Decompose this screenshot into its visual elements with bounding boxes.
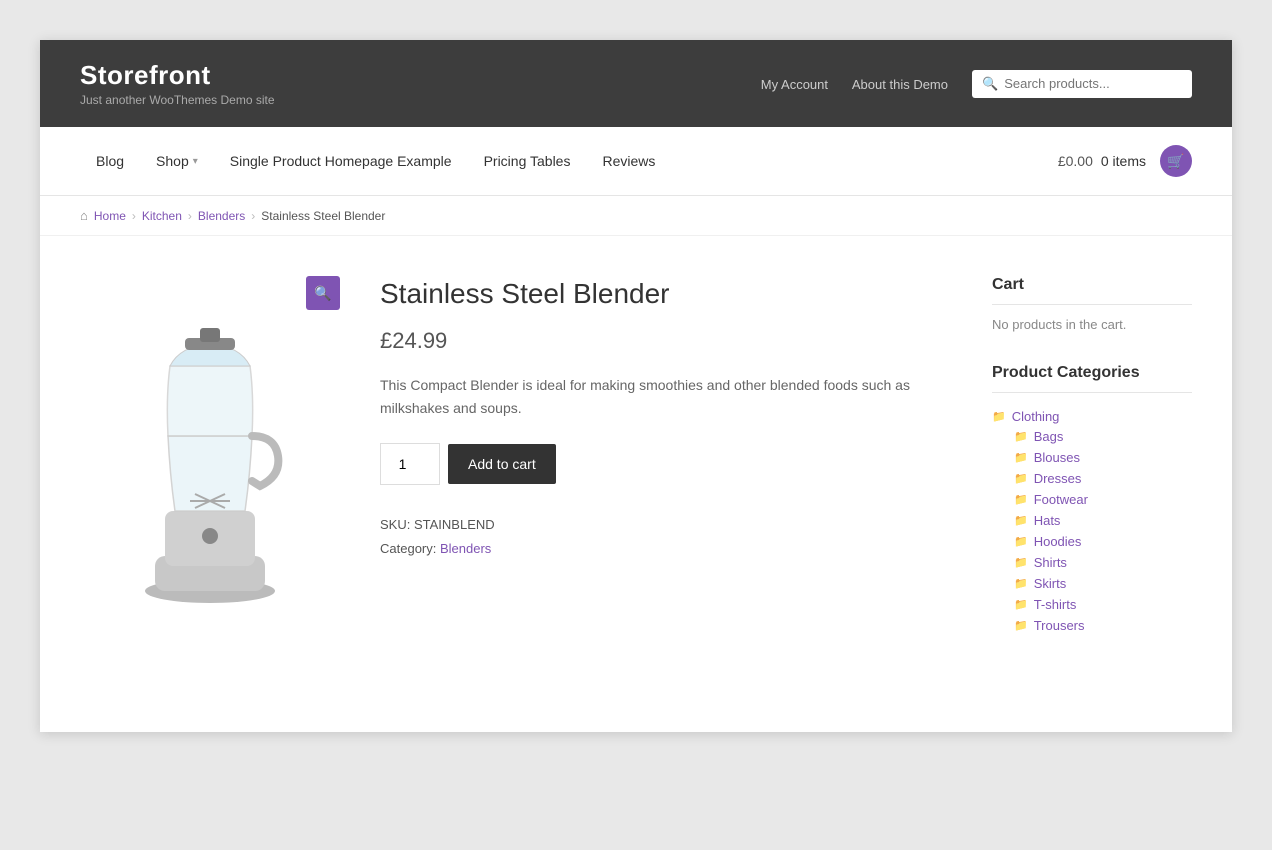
search-icon: 🔍: [982, 76, 998, 92]
folder-icon: 📁: [1014, 451, 1028, 464]
cart-icon: 🛒: [1160, 145, 1192, 177]
main-content: 🔍: [40, 236, 1232, 732]
product-description: This Compact Blender is ideal for making…: [380, 374, 952, 419]
folder-icon: 📁: [1014, 598, 1028, 611]
list-item: 📁Blouses: [1014, 447, 1192, 468]
list-item: 📁Hoodies: [1014, 531, 1192, 552]
product-details: Stainless Steel Blender £24.99 This Comp…: [380, 276, 952, 672]
folder-icon: 📁: [1014, 556, 1028, 569]
nav-item-pricing: Pricing Tables: [468, 135, 587, 187]
folder-icon: 📁: [1014, 472, 1028, 485]
breadcrumb-wrap: ⌂ Home › Kitchen › Blenders › Stainless …: [40, 196, 1232, 236]
list-item: 📁Bags: [1014, 426, 1192, 447]
product-meta: SKU: STAINBLEND Category: Blenders: [380, 513, 952, 560]
sidebar: Cart No products in the cart. Product Ca…: [992, 276, 1192, 672]
list-item: 📁Hats: [1014, 510, 1192, 531]
list-item: 📁Shirts: [1014, 552, 1192, 573]
breadcrumb-home[interactable]: Home: [94, 209, 126, 223]
search-input[interactable]: [1004, 76, 1182, 91]
nav-item-shop: Shop ▾: [140, 135, 214, 187]
sidebar-cart-section: Cart No products in the cart.: [992, 276, 1192, 332]
breadcrumb-current: Stainless Steel Blender: [261, 209, 385, 223]
nav-link-single-product[interactable]: Single Product Homepage Example: [214, 135, 468, 187]
folder-icon: 📁: [1014, 514, 1028, 527]
category-item-clothing: 📁 Clothing 📁Bags 📁Blouses 📁Dresses 📁Foot…: [992, 405, 1192, 640]
cart-amount: £0.00: [1058, 153, 1093, 169]
quantity-input[interactable]: 1: [380, 443, 440, 485]
subcategory-link-tshirts[interactable]: 📁T-shirts: [1014, 597, 1192, 612]
product-title: Stainless Steel Blender: [380, 276, 952, 312]
search-form: 🔍: [972, 70, 1192, 98]
breadcrumb-sep-1: ›: [132, 209, 136, 223]
about-demo-link[interactable]: About this Demo: [852, 77, 948, 92]
folder-icon: 📁: [1014, 577, 1028, 590]
site-header: Storefront Just another WooThemes Demo s…: [40, 40, 1232, 127]
breadcrumb-blenders[interactable]: Blenders: [198, 209, 245, 223]
subcategory-link-footwear[interactable]: 📁Footwear: [1014, 492, 1192, 507]
list-item: 📁T-shirts: [1014, 594, 1192, 615]
nav-link-pricing[interactable]: Pricing Tables: [468, 135, 587, 187]
category-list: 📁 Clothing 📁Bags 📁Blouses 📁Dresses 📁Foot…: [992, 405, 1192, 640]
home-icon: ⌂: [80, 208, 88, 223]
folder-icon: 📁: [992, 410, 1006, 423]
add-to-cart-button[interactable]: Add to cart: [448, 444, 556, 484]
main-menu: Blog Shop ▾ Single Product Homepage Exam…: [80, 135, 671, 187]
site-description: Just another WooThemes Demo site: [80, 93, 275, 107]
folder-icon: 📁: [1014, 535, 1028, 548]
nav-link-blog[interactable]: Blog: [80, 135, 140, 187]
product-price: £24.99: [380, 328, 952, 354]
sku-label: SKU:: [380, 517, 410, 532]
site-nav: Blog Shop ▾ Single Product Homepage Exam…: [40, 127, 1232, 196]
cart-link[interactable]: £0.00 0 items 🛒: [1058, 127, 1192, 195]
product-area: 🔍: [80, 276, 952, 672]
category-label: Category:: [380, 541, 436, 556]
chevron-down-icon: ▾: [193, 156, 198, 167]
subcategory-link-shirts[interactable]: 📁Shirts: [1014, 555, 1192, 570]
breadcrumb-kitchen[interactable]: Kitchen: [142, 209, 182, 223]
header-right: My Account About this Demo 🔍: [741, 70, 1192, 98]
my-account-link[interactable]: My Account: [761, 77, 828, 92]
subcategory-link-blouses[interactable]: 📁Blouses: [1014, 450, 1192, 465]
subcategory-link-bags[interactable]: 📁Bags: [1014, 429, 1192, 444]
subcategory-list-clothing: 📁Bags 📁Blouses 📁Dresses 📁Footwear 📁Hats …: [992, 426, 1192, 636]
cart-items-count: 0 items: [1101, 153, 1146, 169]
subcategory-link-trousers[interactable]: 📁Trousers: [1014, 618, 1192, 633]
folder-icon: 📁: [1014, 493, 1028, 506]
add-to-cart-row: 1 Add to cart: [380, 443, 952, 485]
product-image: [100, 296, 320, 616]
nav-item-reviews: Reviews: [586, 135, 671, 187]
breadcrumb-sep-3: ›: [251, 209, 255, 223]
category-link[interactable]: Blenders: [440, 541, 491, 556]
sidebar-categories-section: Product Categories 📁 Clothing 📁Bags 📁Blo…: [992, 364, 1192, 640]
subcategory-link-hoodies[interactable]: 📁Hoodies: [1014, 534, 1192, 549]
category-link-clothing[interactable]: 📁 Clothing: [992, 409, 1192, 424]
site-title: Storefront: [80, 60, 275, 91]
subcategory-link-dresses[interactable]: 📁Dresses: [1014, 471, 1192, 486]
cart-sidebar-title: Cart: [992, 276, 1192, 305]
cart-empty-message: No products in the cart.: [992, 317, 1192, 332]
nav-link-reviews[interactable]: Reviews: [586, 135, 671, 187]
product-image-wrap: 🔍: [80, 276, 340, 672]
list-item: 📁Skirts: [1014, 573, 1192, 594]
nav-link-shop[interactable]: Shop ▾: [140, 135, 214, 187]
site-branding: Storefront Just another WooThemes Demo s…: [80, 60, 275, 107]
list-item: 📁Trousers: [1014, 615, 1192, 636]
folder-icon: 📁: [1014, 430, 1028, 443]
product-category: Category: Blenders: [380, 537, 952, 560]
nav-item-single-product: Single Product Homepage Example: [214, 135, 468, 187]
breadcrumb-sep-2: ›: [188, 209, 192, 223]
categories-sidebar-title: Product Categories: [992, 364, 1192, 393]
product-sku: SKU: STAINBLEND: [380, 513, 952, 536]
header-nav: My Account About this Demo: [741, 76, 948, 92]
sku-value: STAINBLEND: [414, 517, 495, 532]
subcategory-link-hats[interactable]: 📁Hats: [1014, 513, 1192, 528]
subcategory-link-skirts[interactable]: 📁Skirts: [1014, 576, 1192, 591]
nav-item-blog: Blog: [80, 135, 140, 187]
list-item: 📁Footwear: [1014, 489, 1192, 510]
zoom-button[interactable]: 🔍: [306, 276, 340, 310]
list-item: 📁Dresses: [1014, 468, 1192, 489]
folder-icon: 📁: [1014, 619, 1028, 632]
breadcrumb: ⌂ Home › Kitchen › Blenders › Stainless …: [80, 208, 1192, 223]
